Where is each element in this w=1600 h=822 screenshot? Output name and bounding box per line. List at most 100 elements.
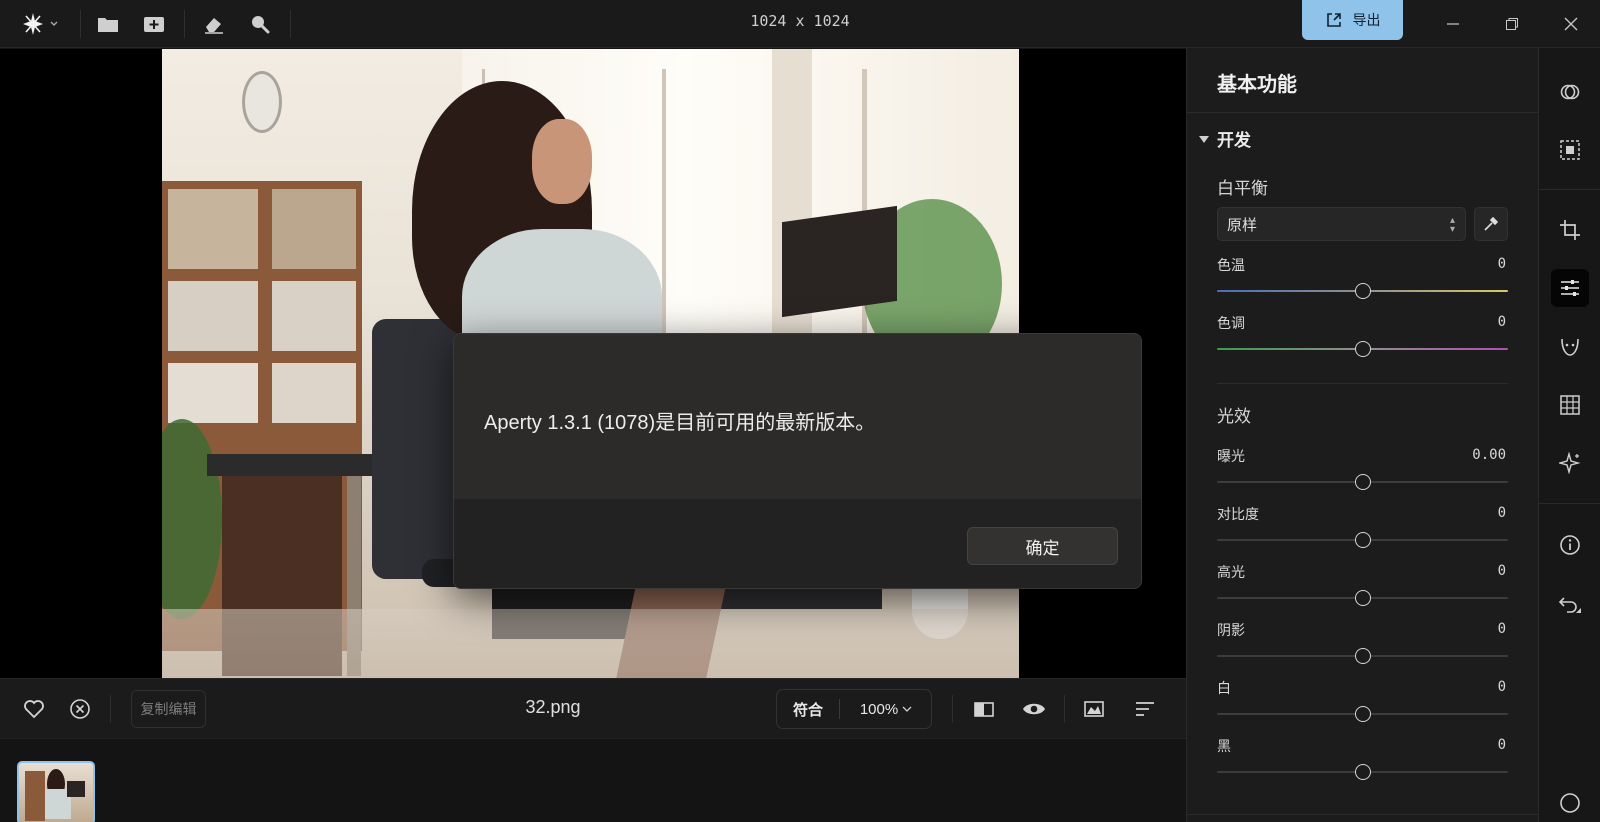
shadows-label: 阴影 xyxy=(1217,622,1245,638)
minimize-icon xyxy=(1447,23,1459,25)
toolbar-divider xyxy=(184,10,185,38)
temperature-value[interactable]: 0 xyxy=(1498,256,1506,272)
image-canvas[interactable]: Aperty 1.3.1 (1078)是目前可用的最新版本。 确定 xyxy=(0,49,1186,678)
brush-button[interactable] xyxy=(244,8,276,40)
ok-button[interactable]: 确定 xyxy=(967,527,1118,565)
section-develop-toggle[interactable]: 开发 xyxy=(1199,126,1251,151)
texture-button[interactable] xyxy=(1551,386,1589,424)
restore-icon xyxy=(1506,18,1518,30)
eraser-button[interactable] xyxy=(198,8,230,40)
sliders-icon xyxy=(1561,280,1579,296)
filmstrip xyxy=(0,738,1186,822)
minimize-button[interactable] xyxy=(1433,6,1473,42)
zoom-control: 符合 100% xyxy=(776,689,932,729)
undo-history-button[interactable] xyxy=(1551,585,1589,623)
panel-divider xyxy=(1187,112,1539,113)
blacks-slider-handle[interactable] xyxy=(1355,764,1371,780)
preview-toggle-button[interactable] xyxy=(1018,693,1050,725)
sparkle-icon xyxy=(23,13,58,35)
eyedropper-icon xyxy=(1484,216,1499,231)
selection-frame-icon xyxy=(1560,140,1580,160)
whites-label: 白 xyxy=(1217,680,1231,696)
add-image-button[interactable] xyxy=(138,8,170,40)
eye-icon xyxy=(1023,703,1045,715)
ai-enhance-button[interactable] xyxy=(1551,444,1589,482)
export-icon xyxy=(1326,13,1341,27)
adjustments-button[interactable] xyxy=(1551,269,1589,307)
selection-button[interactable] xyxy=(1551,131,1589,169)
face-retouch-button[interactable] xyxy=(1551,327,1589,365)
highlights-label: 高光 xyxy=(1217,564,1245,580)
add-image-icon xyxy=(144,17,164,32)
help-circle-icon xyxy=(1560,793,1580,813)
info-icon xyxy=(1560,535,1580,555)
temperature-slider-handle[interactable] xyxy=(1355,283,1371,299)
highlights-slider-handle[interactable] xyxy=(1355,590,1371,606)
close-icon xyxy=(1564,17,1578,31)
compare-button[interactable] xyxy=(968,693,1000,725)
overlap-circles-icon xyxy=(1560,84,1580,100)
shadows-value[interactable]: 0 xyxy=(1498,621,1506,637)
open-folder-button[interactable] xyxy=(92,8,124,40)
top-toolbar: 1024 x 1024 导出 xyxy=(0,0,1600,48)
sparkles-icon xyxy=(1559,452,1581,474)
caret-down-icon xyxy=(1199,135,1209,143)
eyedropper-button[interactable] xyxy=(1474,207,1508,241)
highlights-value[interactable]: 0 xyxy=(1498,563,1506,579)
update-dialog: Aperty 1.3.1 (1078)是目前可用的最新版本。 确定 xyxy=(453,333,1142,589)
blacks-value[interactable]: 0 xyxy=(1498,737,1506,753)
white-balance-value: 原样 xyxy=(1227,216,1258,234)
histogram-button[interactable] xyxy=(1078,693,1110,725)
contrast-label: 对比度 xyxy=(1217,506,1259,522)
filmstrip-thumbnail[interactable] xyxy=(17,761,95,822)
white-balance-select[interactable]: 原样 ▴ ▾ xyxy=(1217,207,1466,241)
adjustments-panel: 基本功能 开发 白平衡 原样 ▴ ▾ 色温 0 色调 0 光效 曝光 0.00 对… xyxy=(1186,48,1539,822)
toolbar-divider xyxy=(290,10,291,38)
histogram-icon xyxy=(1084,701,1104,717)
panel-title: 基本功能 xyxy=(1217,74,1297,96)
help-button[interactable] xyxy=(1551,784,1589,822)
zoom-level-dropdown[interactable]: 100% xyxy=(840,690,932,728)
panel-divider xyxy=(1187,814,1539,815)
whites-value[interactable]: 0 xyxy=(1498,679,1506,695)
export-label: 导出 xyxy=(1352,12,1381,28)
grid-icon xyxy=(1560,395,1580,415)
tint-label: 色调 xyxy=(1217,315,1245,331)
crop-button[interactable] xyxy=(1551,211,1589,249)
close-window-button[interactable] xyxy=(1551,6,1591,42)
tint-value[interactable]: 0 xyxy=(1498,314,1506,330)
blacks-label: 黑 xyxy=(1217,738,1231,754)
eraser-icon xyxy=(205,18,223,34)
exposure-value[interactable]: 0.00 xyxy=(1472,447,1506,463)
info-button[interactable] xyxy=(1551,526,1589,564)
presets-button[interactable] xyxy=(1551,73,1589,111)
dialog-message: Aperty 1.3.1 (1078)是目前可用的最新版本。 xyxy=(484,412,876,434)
section-divider xyxy=(1217,383,1508,384)
toolbar-divider xyxy=(80,10,81,38)
temperature-label: 色温 xyxy=(1217,257,1245,273)
toolbar-divider xyxy=(1064,695,1065,723)
white-balance-label: 白平衡 xyxy=(1217,179,1268,198)
chevron-down-icon xyxy=(902,706,912,712)
undo-icon xyxy=(1558,597,1581,613)
face-icon xyxy=(1561,338,1579,356)
tools-rail xyxy=(1538,48,1600,822)
restore-button[interactable] xyxy=(1492,6,1532,42)
whites-slider-handle[interactable] xyxy=(1355,706,1371,722)
exposure-label: 曝光 xyxy=(1217,448,1245,464)
bottom-toolbar: 复制编辑 32.png 符合 100% xyxy=(0,678,1186,738)
rail-divider xyxy=(1539,503,1600,504)
zoom-fit-button[interactable]: 符合 xyxy=(777,690,839,728)
tint-slider-handle[interactable] xyxy=(1355,341,1371,357)
crop-icon xyxy=(1560,220,1580,240)
sort-lines-icon xyxy=(1136,702,1154,716)
exposure-slider-handle[interactable] xyxy=(1355,474,1371,490)
app-menu-button[interactable] xyxy=(18,8,64,40)
file-name: 32.png xyxy=(525,697,581,717)
contrast-slider-handle[interactable] xyxy=(1355,532,1371,548)
sort-button[interactable] xyxy=(1129,693,1161,725)
export-button[interactable]: 导出 xyxy=(1302,0,1403,40)
rail-divider xyxy=(1539,189,1600,190)
contrast-value[interactable]: 0 xyxy=(1498,505,1506,521)
shadows-slider-handle[interactable] xyxy=(1355,648,1371,664)
